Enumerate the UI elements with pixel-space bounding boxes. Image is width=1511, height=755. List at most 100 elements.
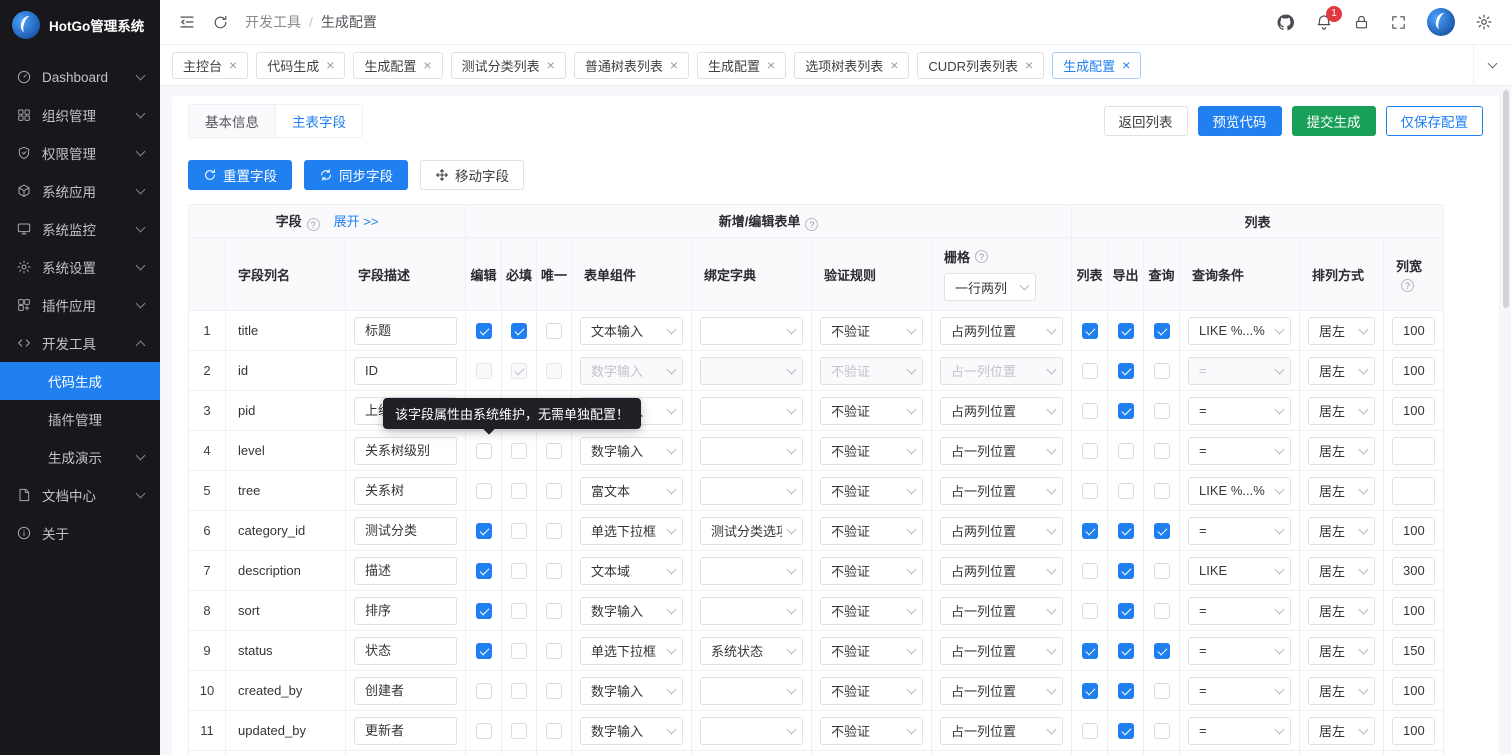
submit-generate-button[interactable]: 提交生成 <box>1292 106 1376 136</box>
grid-select[interactable]: 占两列位置 <box>940 397 1063 425</box>
sidebar-item-org[interactable]: 组织管理 <box>0 96 160 134</box>
move-fields-button[interactable]: 移动字段 <box>420 160 524 190</box>
grid-select[interactable]: 占一列位置 <box>940 637 1063 665</box>
unique-checkbox[interactable] <box>546 683 562 699</box>
tab-chip[interactable]: CUDR列表列表 <box>917 52 1044 79</box>
query-cond-select[interactable]: = <box>1188 397 1291 425</box>
fullscreen-icon[interactable] <box>1390 14 1407 31</box>
col-width-input[interactable]: 100 <box>1392 677 1435 705</box>
required-checkbox[interactable] <box>511 603 527 619</box>
dict-select[interactable] <box>700 597 803 625</box>
edit-checkbox[interactable] <box>476 723 492 739</box>
col-width-input[interactable]: 150 <box>1392 637 1435 665</box>
list-checkbox[interactable] <box>1082 603 1098 619</box>
export-checkbox[interactable] <box>1118 363 1134 379</box>
field-desc-input[interactable]: 状态 <box>354 637 457 665</box>
rule-select[interactable]: 不验证 <box>820 677 923 705</box>
tab-chip-active[interactable]: 生成配置 <box>1052 52 1141 79</box>
close-icon[interactable] <box>326 58 334 72</box>
tab-chip[interactable]: 生成配置 <box>353 52 442 79</box>
export-checkbox[interactable] <box>1118 443 1134 459</box>
sidebar-subitem-codegen[interactable]: 代码生成 <box>0 362 160 400</box>
close-icon[interactable] <box>423 58 431 72</box>
grid-mode-select[interactable]: 一行两列 <box>944 273 1036 301</box>
align-select[interactable]: 居左 <box>1308 317 1375 345</box>
app-logo[interactable]: HotGo管理系统 <box>0 0 160 50</box>
query-checkbox[interactable] <box>1154 723 1170 739</box>
list-checkbox[interactable] <box>1082 563 1098 579</box>
align-select[interactable]: 居左 <box>1308 437 1375 465</box>
align-select[interactable]: 居左 <box>1308 477 1375 505</box>
query-checkbox[interactable] <box>1154 483 1170 499</box>
unique-checkbox[interactable] <box>546 483 562 499</box>
tab-chip[interactable]: 主控台 <box>172 52 248 79</box>
field-desc-input[interactable]: 排序 <box>354 597 457 625</box>
sidebar-item-permission[interactable]: 权限管理 <box>0 134 160 172</box>
sidebar-item-settings[interactable]: 系统设置 <box>0 248 160 286</box>
unique-checkbox[interactable] <box>546 563 562 579</box>
rule-select[interactable]: 不验证 <box>820 557 923 585</box>
align-select[interactable]: 居左 <box>1308 557 1375 585</box>
grid-select[interactable]: 占一列位置 <box>940 477 1063 505</box>
list-checkbox[interactable] <box>1082 483 1098 499</box>
field-desc-input[interactable]: 创建者 <box>354 677 457 705</box>
sync-fields-button[interactable]: 同步字段 <box>304 160 408 190</box>
align-select[interactable]: 居左 <box>1308 357 1375 385</box>
align-select[interactable]: 居左 <box>1308 677 1375 705</box>
export-checkbox[interactable] <box>1118 723 1134 739</box>
field-desc-input[interactable]: 更新者 <box>354 717 457 745</box>
field-desc-input[interactable]: 测试分类 <box>354 517 457 545</box>
rule-select[interactable]: 不验证 <box>820 717 923 745</box>
unique-checkbox[interactable] <box>546 443 562 459</box>
edit-checkbox[interactable] <box>476 603 492 619</box>
scrollbar[interactable] <box>1503 90 1509 308</box>
query-checkbox[interactable] <box>1154 403 1170 419</box>
col-width-input[interactable]: 100 <box>1392 317 1435 345</box>
edit-checkbox[interactable] <box>476 323 492 339</box>
rule-select[interactable]: 不验证 <box>820 597 923 625</box>
unique-checkbox[interactable] <box>546 523 562 539</box>
query-checkbox[interactable] <box>1154 563 1170 579</box>
component-select[interactable]: 单选下拉框 <box>580 517 683 545</box>
edit-checkbox[interactable] <box>476 643 492 659</box>
sidebar-item-dashboard[interactable]: Dashboard <box>0 58 160 96</box>
close-icon[interactable] <box>547 58 555 72</box>
col-width-input[interactable]: 100 <box>1392 597 1435 625</box>
sidebar-subitem-plugin-manage[interactable]: 插件管理 <box>0 400 160 438</box>
dict-select[interactable]: 测试分类选项 <box>700 517 803 545</box>
query-cond-select[interactable]: = <box>1188 637 1291 665</box>
edit-checkbox[interactable] <box>476 523 492 539</box>
query-cond-select[interactable]: = <box>1188 677 1291 705</box>
list-checkbox[interactable] <box>1082 683 1098 699</box>
align-select[interactable]: 居左 <box>1308 597 1375 625</box>
rule-select[interactable]: 不验证 <box>820 397 923 425</box>
rule-select[interactable]: 不验证 <box>820 437 923 465</box>
export-checkbox[interactable] <box>1118 403 1134 419</box>
required-checkbox[interactable] <box>511 723 527 739</box>
github-icon[interactable] <box>1276 13 1295 32</box>
gear-icon[interactable] <box>1475 13 1493 31</box>
col-width-input[interactable] <box>1392 477 1435 505</box>
query-checkbox[interactable] <box>1154 443 1170 459</box>
dict-select[interactable]: 系统状态 <box>700 637 803 665</box>
unique-checkbox[interactable] <box>546 723 562 739</box>
col-width-input[interactable]: 300 <box>1392 557 1435 585</box>
sidebar-item-devtools[interactable]: 开发工具 <box>0 324 160 362</box>
col-width-input[interactable] <box>1392 437 1435 465</box>
help-icon[interactable] <box>805 218 818 231</box>
col-width-input[interactable]: 100 <box>1392 517 1435 545</box>
tab-chip[interactable]: 普通树表列表 <box>574 52 689 79</box>
required-checkbox[interactable] <box>511 683 527 699</box>
unique-checkbox[interactable] <box>546 643 562 659</box>
align-select[interactable]: 居左 <box>1308 637 1375 665</box>
close-icon[interactable] <box>1122 58 1130 72</box>
align-select[interactable]: 居左 <box>1308 397 1375 425</box>
rule-select[interactable]: 不验证 <box>820 317 923 345</box>
edit-checkbox[interactable] <box>476 443 492 459</box>
query-cond-select[interactable]: = <box>1188 517 1291 545</box>
export-checkbox[interactable] <box>1118 523 1134 539</box>
export-checkbox[interactable] <box>1118 323 1134 339</box>
col-width-input[interactable]: 100 <box>1392 357 1435 385</box>
dict-select[interactable] <box>700 437 803 465</box>
refresh-icon[interactable] <box>212 14 229 31</box>
